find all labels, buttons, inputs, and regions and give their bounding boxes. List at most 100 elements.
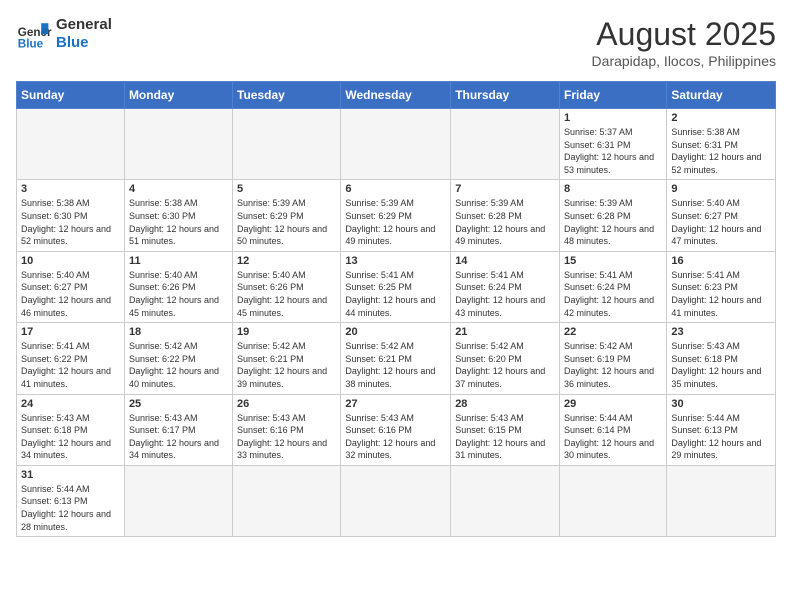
day-number: 25 [129,398,228,410]
day-number: 30 [671,398,771,410]
calendar-day-cell: 6 Sunrise: 5:39 AM Sunset: 6:29 PM Daylig… [341,180,451,251]
calendar-day-cell: 1Sunrise: 5:37 AM Sunset: 6:31 PM Daylig… [560,109,667,180]
day-info: Sunrise: 5:40 AM Sunset: 6:27 PM Dayligh… [671,197,771,247]
day-of-week-header: Wednesday [341,82,451,109]
month-year-title: August 2025 [592,16,776,53]
day-number: 7 [455,183,555,195]
calendar-day-cell: 22 Sunrise: 5:42 AM Sunset: 6:19 PM Dayli… [560,323,667,394]
day-info: Sunrise: 5:42 AM Sunset: 6:22 PM Dayligh… [129,340,228,390]
calendar-day-cell: 16 Sunrise: 5:41 AM Sunset: 6:23 PM Dayli… [667,251,776,322]
day-number: 2 [671,112,771,124]
calendar-day-cell: 19 Sunrise: 5:42 AM Sunset: 6:21 PM Dayli… [233,323,341,394]
title-area: August 2025 Darapidap, Ilocos, Philippin… [592,16,776,69]
logo-blue: Blue [56,34,112,52]
day-info: Sunrise: 5:44 AM Sunset: 6:13 PM Dayligh… [21,483,120,533]
calendar-day-cell: 17 Sunrise: 5:41 AM Sunset: 6:22 PM Dayli… [17,323,125,394]
day-number: 10 [21,255,120,267]
day-number: 19 [237,326,336,338]
day-of-week-header: Sunday [17,82,125,109]
calendar-day-cell [451,109,560,180]
day-of-week-header: Friday [560,82,667,109]
location-subtitle: Darapidap, Ilocos, Philippines [592,53,776,69]
calendar-week-row: 3 Sunrise: 5:38 AM Sunset: 6:30 PM Daylig… [17,180,776,251]
day-of-week-header: Thursday [451,82,560,109]
calendar-day-cell: 26 Sunrise: 5:43 AM Sunset: 6:16 PM Dayli… [233,394,341,465]
day-number: 23 [671,326,771,338]
day-number: 4 [129,183,228,195]
day-number: 26 [237,398,336,410]
day-info: Sunrise: 5:41 AM Sunset: 6:24 PM Dayligh… [564,269,662,319]
calendar-day-cell: 18Sunrise: 5:42 AM Sunset: 6:22 PM Dayli… [124,323,232,394]
calendar-week-row: 1Sunrise: 5:37 AM Sunset: 6:31 PM Daylig… [17,109,776,180]
page-header: General Blue General Blue August 2025 Da… [16,16,776,69]
day-info: Sunrise: 5:38 AM Sunset: 6:31 PM Dayligh… [671,126,771,176]
logo-icon: General Blue [16,16,52,52]
calendar-day-cell: 28Sunrise: 5:43 AM Sunset: 6:15 PM Dayli… [451,394,560,465]
day-number: 22 [564,326,662,338]
day-info: Sunrise: 5:40 AM Sunset: 6:27 PM Dayligh… [21,269,120,319]
day-number: 5 [237,183,336,195]
day-info: Sunrise: 5:43 AM Sunset: 6:15 PM Dayligh… [455,412,555,462]
calendar-day-cell: 4 Sunrise: 5:38 AM Sunset: 6:30 PM Daylig… [124,180,232,251]
day-number: 11 [129,255,228,267]
logo: General Blue General Blue [16,16,112,52]
calendar-day-cell: 10 Sunrise: 5:40 AM Sunset: 6:27 PM Dayli… [17,251,125,322]
calendar-day-cell: 24 Sunrise: 5:43 AM Sunset: 6:18 PM Dayli… [17,394,125,465]
day-info: Sunrise: 5:41 AM Sunset: 6:22 PM Dayligh… [21,340,120,390]
calendar-day-cell [233,465,341,536]
calendar-day-cell: 25 Sunrise: 5:43 AM Sunset: 6:17 PM Dayli… [124,394,232,465]
day-number: 27 [345,398,446,410]
calendar-day-cell: 9 Sunrise: 5:40 AM Sunset: 6:27 PM Daylig… [667,180,776,251]
day-of-week-header: Monday [124,82,232,109]
day-number: 20 [345,326,446,338]
day-info: Sunrise: 5:42 AM Sunset: 6:19 PM Dayligh… [564,340,662,390]
day-info: Sunrise: 5:37 AM Sunset: 6:31 PM Dayligh… [564,126,662,176]
calendar-day-cell: 8 Sunrise: 5:39 AM Sunset: 6:28 PM Daylig… [560,180,667,251]
day-info: Sunrise: 5:39 AM Sunset: 6:29 PM Dayligh… [237,197,336,247]
day-number: 15 [564,255,662,267]
day-number: 16 [671,255,771,267]
day-number: 24 [21,398,120,410]
day-info: Sunrise: 5:38 AM Sunset: 6:30 PM Dayligh… [129,197,228,247]
day-info: Sunrise: 5:42 AM Sunset: 6:21 PM Dayligh… [237,340,336,390]
day-info: Sunrise: 5:43 AM Sunset: 6:18 PM Dayligh… [21,412,120,462]
calendar-day-cell [341,465,451,536]
calendar-table: SundayMondayTuesdayWednesdayThursdayFrid… [16,81,776,537]
calendar-week-row: 24 Sunrise: 5:43 AM Sunset: 6:18 PM Dayli… [17,394,776,465]
day-number: 9 [671,183,771,195]
logo-general: General [56,16,112,34]
day-of-week-header: Saturday [667,82,776,109]
day-info: Sunrise: 5:41 AM Sunset: 6:23 PM Dayligh… [671,269,771,319]
calendar-header-row: SundayMondayTuesdayWednesdayThursdayFrid… [17,82,776,109]
day-number: 3 [21,183,120,195]
calendar-day-cell [667,465,776,536]
day-number: 17 [21,326,120,338]
calendar-day-cell: 27Sunrise: 5:43 AM Sunset: 6:16 PM Dayli… [341,394,451,465]
day-info: Sunrise: 5:39 AM Sunset: 6:28 PM Dayligh… [455,197,555,247]
calendar-week-row: 10 Sunrise: 5:40 AM Sunset: 6:27 PM Dayli… [17,251,776,322]
day-info: Sunrise: 5:43 AM Sunset: 6:16 PM Dayligh… [237,412,336,462]
calendar-day-cell: 11 Sunrise: 5:40 AM Sunset: 6:26 PM Dayli… [124,251,232,322]
day-info: Sunrise: 5:42 AM Sunset: 6:21 PM Dayligh… [345,340,446,390]
day-number: 6 [345,183,446,195]
day-number: 14 [455,255,555,267]
day-info: Sunrise: 5:41 AM Sunset: 6:25 PM Dayligh… [345,269,446,319]
day-info: Sunrise: 5:39 AM Sunset: 6:29 PM Dayligh… [345,197,446,247]
day-number: 8 [564,183,662,195]
calendar-day-cell [17,109,125,180]
calendar-day-cell [124,465,232,536]
calendar-day-cell: 29Sunrise: 5:44 AM Sunset: 6:14 PM Dayli… [560,394,667,465]
calendar-day-cell: 2 Sunrise: 5:38 AM Sunset: 6:31 PM Daylig… [667,109,776,180]
day-info: Sunrise: 5:44 AM Sunset: 6:13 PM Dayligh… [671,412,771,462]
calendar-day-cell: 30 Sunrise: 5:44 AM Sunset: 6:13 PM Dayli… [667,394,776,465]
calendar-day-cell: 21Sunrise: 5:42 AM Sunset: 6:20 PM Dayli… [451,323,560,394]
calendar-day-cell [341,109,451,180]
day-info: Sunrise: 5:40 AM Sunset: 6:26 PM Dayligh… [129,269,228,319]
calendar-day-cell: 15 Sunrise: 5:41 AM Sunset: 6:24 PM Dayli… [560,251,667,322]
calendar-week-row: 31Sunrise: 5:44 AM Sunset: 6:13 PM Dayli… [17,465,776,536]
day-number: 21 [455,326,555,338]
calendar-day-cell: 20 Sunrise: 5:42 AM Sunset: 6:21 PM Dayli… [341,323,451,394]
day-info: Sunrise: 5:43 AM Sunset: 6:17 PM Dayligh… [129,412,228,462]
day-info: Sunrise: 5:39 AM Sunset: 6:28 PM Dayligh… [564,197,662,247]
day-info: Sunrise: 5:41 AM Sunset: 6:24 PM Dayligh… [455,269,555,319]
